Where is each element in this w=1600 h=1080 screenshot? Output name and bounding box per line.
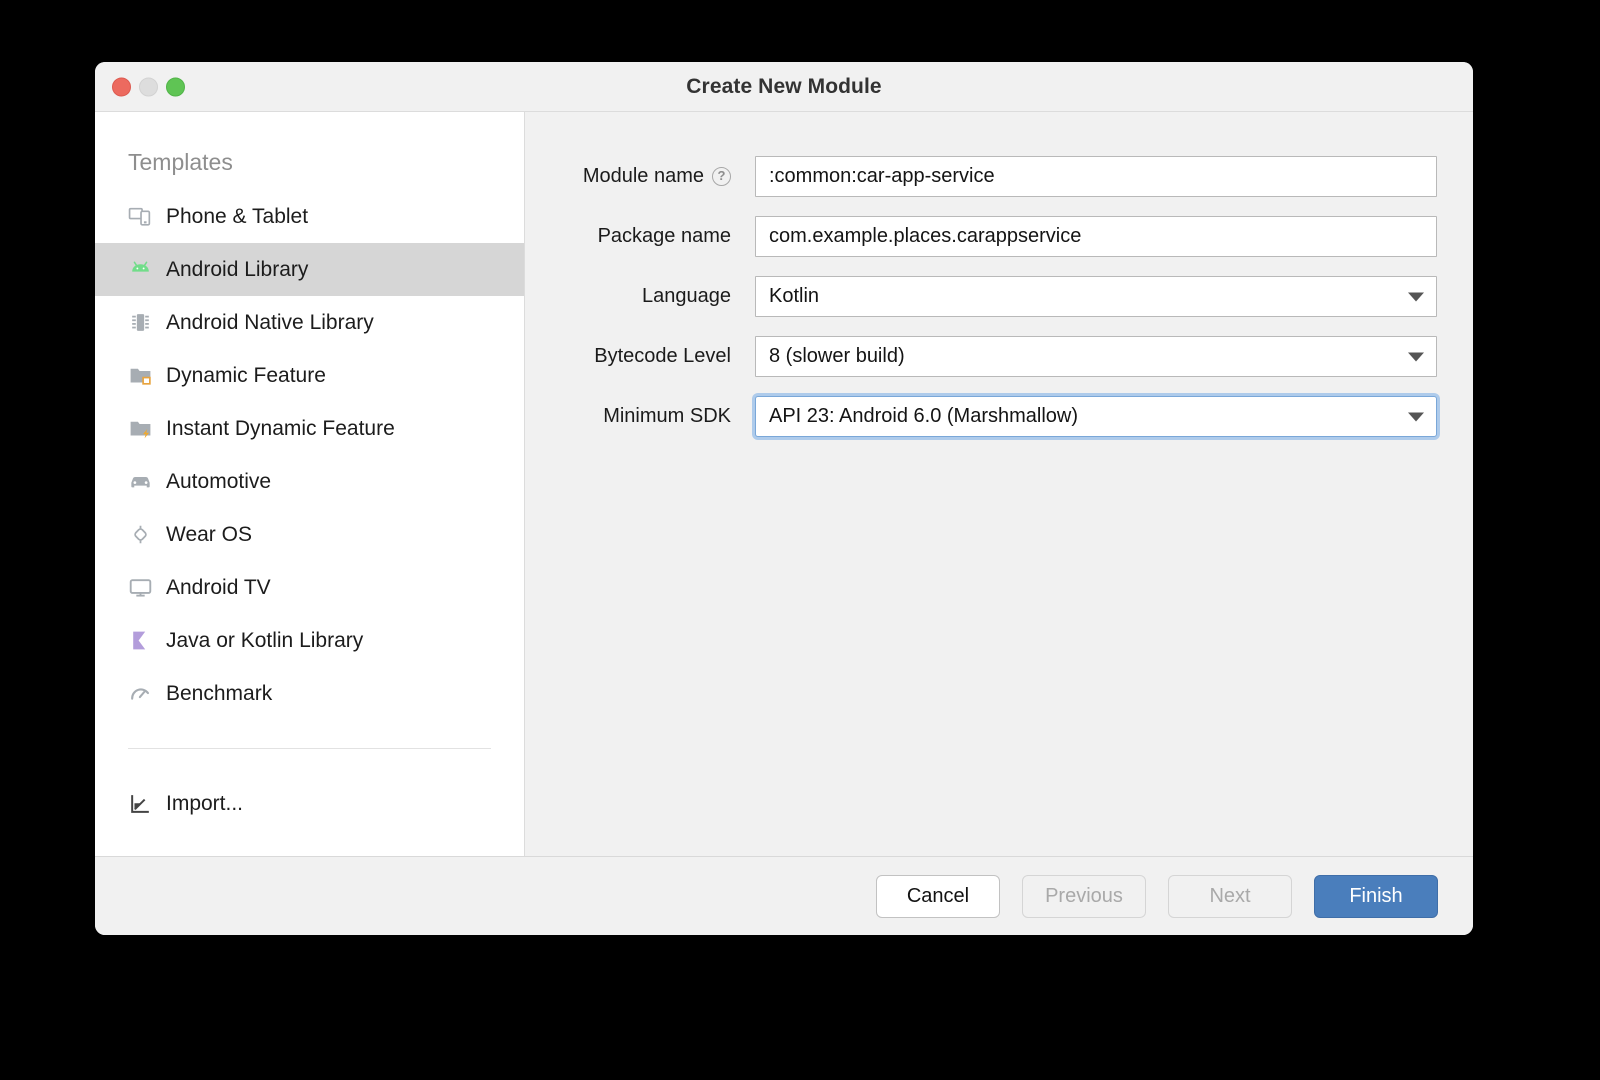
sidebar-item-android-tv[interactable]: Android TV xyxy=(95,561,524,614)
sidebar-item-label: Dynamic Feature xyxy=(166,364,326,388)
language-label: Language xyxy=(563,285,755,308)
android-robot-icon xyxy=(128,257,153,282)
sidebar-item-instant-dynamic-feature[interactable]: Instant Dynamic Feature xyxy=(95,402,524,455)
watch-icon xyxy=(128,522,153,547)
bytecode-level-label: Bytecode Level xyxy=(563,345,755,368)
field-row-module-name: Module name ? :common:car-app-service xyxy=(563,156,1437,197)
next-button[interactable]: Next xyxy=(1168,875,1292,918)
package-name-label: Package name xyxy=(563,225,755,248)
sidebar-item-android-native-library[interactable]: Android Native Library xyxy=(95,296,524,349)
package-name-input[interactable]: com.example.places.carappservice xyxy=(755,216,1437,257)
module-name-value: :common:car-app-service xyxy=(769,165,995,188)
import-label: Import... xyxy=(166,792,243,816)
sidebar-item-label: Java or Kotlin Library xyxy=(166,629,363,653)
sidebar-item-benchmark[interactable]: Benchmark xyxy=(95,667,524,720)
minimum-sdk-label: Minimum SDK xyxy=(563,405,755,428)
chevron-down-icon xyxy=(1408,412,1424,421)
previous-button[interactable]: Previous xyxy=(1022,875,1146,918)
finish-button[interactable]: Finish xyxy=(1314,875,1438,918)
module-name-label: Module name ? xyxy=(563,165,755,188)
help-icon[interactable]: ? xyxy=(712,167,731,186)
templates-heading: Templates xyxy=(95,134,524,190)
dynamic-feature-folder-icon xyxy=(128,363,153,388)
minimum-sdk-select[interactable]: API 23: Android 6.0 (Marshmallow) xyxy=(755,396,1437,437)
chevron-down-icon xyxy=(1408,292,1424,301)
sidebar-item-label: Instant Dynamic Feature xyxy=(166,417,395,441)
bytecode-level-select[interactable]: 8 (slower build) xyxy=(755,336,1437,377)
dialog-body: Templates Phone & Tablet xyxy=(95,112,1473,857)
phone-tablet-icon xyxy=(128,204,153,229)
sidebar-item-java-or-kotlin-library[interactable]: Java or Kotlin Library xyxy=(95,614,524,667)
sidebar-item-automotive[interactable]: Automotive xyxy=(95,455,524,508)
sidebar-item-label: Automotive xyxy=(166,470,271,494)
sidebar-item-import[interactable]: Import... xyxy=(95,777,524,830)
kotlin-library-icon xyxy=(128,628,153,653)
package-name-value: com.example.places.carappservice xyxy=(769,225,1081,248)
module-config-form: Module name ? :common:car-app-service Pa… xyxy=(525,112,1473,856)
field-row-package-name: Package name com.example.places.carappse… xyxy=(563,216,1437,257)
sidebar-divider xyxy=(128,748,491,749)
language-select[interactable]: Kotlin xyxy=(755,276,1437,317)
module-name-label-text: Module name xyxy=(583,165,704,188)
field-row-bytecode-level: Bytecode Level 8 (slower build) xyxy=(563,336,1437,377)
cancel-button[interactable]: Cancel xyxy=(876,875,1000,918)
sidebar-item-label: Benchmark xyxy=(166,682,272,706)
window-title: Create New Module xyxy=(686,75,881,99)
field-row-minimum-sdk: Minimum SDK API 23: Android 6.0 (Marshma… xyxy=(563,396,1437,437)
close-window-button[interactable] xyxy=(112,77,131,96)
car-icon xyxy=(128,469,153,494)
module-name-input[interactable]: :common:car-app-service xyxy=(755,156,1437,197)
minimum-sdk-value: API 23: Android 6.0 (Marshmallow) xyxy=(769,405,1078,428)
bytecode-level-value: 8 (slower build) xyxy=(769,345,905,368)
sidebar-item-label: Wear OS xyxy=(166,523,252,547)
minimize-window-button[interactable] xyxy=(139,77,158,96)
language-value: Kotlin xyxy=(769,285,819,308)
tv-icon xyxy=(128,575,153,600)
sidebar-item-dynamic-feature[interactable]: Dynamic Feature xyxy=(95,349,524,402)
sidebar-item-label: Android Library xyxy=(166,258,308,282)
import-arrow-icon xyxy=(128,791,153,816)
sidebar-item-phone-tablet[interactable]: Phone & Tablet xyxy=(95,190,524,243)
sidebar-item-label: Android TV xyxy=(166,576,271,600)
instant-feature-folder-icon xyxy=(128,416,153,441)
window-titlebar: Create New Module xyxy=(95,62,1473,112)
field-row-language: Language Kotlin xyxy=(563,276,1437,317)
benchmark-gauge-icon xyxy=(128,681,153,706)
sidebar-item-label: Android Native Library xyxy=(166,311,374,335)
templates-sidebar: Templates Phone & Tablet xyxy=(95,112,525,856)
template-list: Phone & Tablet Android Library xyxy=(95,190,524,720)
native-chip-icon xyxy=(128,310,153,335)
sidebar-item-label: Phone & Tablet xyxy=(166,205,308,229)
dialog-footer: Cancel Previous Next Finish xyxy=(95,857,1473,935)
sidebar-item-wear-os[interactable]: Wear OS xyxy=(95,508,524,561)
maximize-window-button[interactable] xyxy=(166,77,185,96)
create-new-module-dialog: Create New Module Templates Phone & Tabl… xyxy=(95,62,1473,935)
chevron-down-icon xyxy=(1408,352,1424,361)
sidebar-item-android-library[interactable]: Android Library xyxy=(95,243,524,296)
traffic-light-controls xyxy=(112,77,185,96)
